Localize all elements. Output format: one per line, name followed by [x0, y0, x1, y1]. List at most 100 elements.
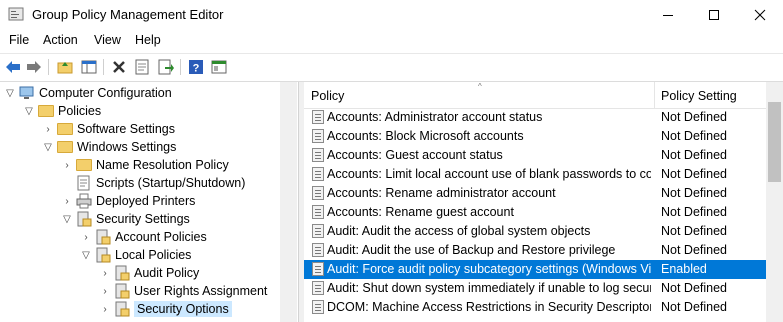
script-icon	[76, 175, 92, 191]
tree-item-software-settings[interactable]: › Software Settings	[41, 120, 175, 138]
tree-item-label: Security Options	[134, 301, 232, 317]
back-button[interactable]	[4, 58, 22, 76]
help-icon: ?	[189, 60, 203, 75]
menu-help[interactable]: Help	[135, 33, 161, 47]
policy-setting: Not Defined	[661, 129, 728, 143]
policy-icon	[312, 167, 324, 181]
table-row[interactable]: Accounts: Rename administrator account N…	[304, 184, 766, 203]
chevron-right-icon[interactable]: ›	[98, 286, 112, 297]
tree-item-label: Account Policies	[115, 230, 207, 244]
export-list-button[interactable]	[157, 58, 175, 76]
table-row[interactable]: Accounts: Limit local account use of bla…	[304, 165, 766, 184]
chevron-down-icon[interactable]: ▽	[41, 142, 55, 153]
tree-item-user-rights-assignment[interactable]: › User Rights Assignment	[98, 282, 267, 300]
toolbar-separator	[180, 59, 181, 75]
minimize-button[interactable]	[645, 0, 691, 30]
chevron-right-icon[interactable]: ›	[41, 124, 55, 135]
tree-item-label: Scripts (Startup/Shutdown)	[96, 176, 246, 190]
tree-item-label: Deployed Printers	[96, 194, 196, 208]
chevron-down-icon[interactable]: ▽	[22, 106, 36, 117]
tree-item-deployed-printers[interactable]: › Deployed Printers	[60, 192, 195, 210]
tree-scrollbar[interactable]	[280, 82, 297, 322]
app-icon	[8, 7, 24, 21]
policy-icon	[312, 281, 324, 295]
scrollbar-thumb[interactable]	[768, 102, 781, 182]
forward-button[interactable]	[25, 58, 43, 76]
tree-item-label: Name Resolution Policy	[96, 158, 229, 172]
tree-item-security-settings[interactable]: ▽ Security Settings	[60, 210, 190, 228]
policy-icon	[312, 148, 324, 162]
policy-list: ^ Policy Policy Setting Accounts: Admini…	[304, 82, 783, 322]
menu-action[interactable]: Action	[43, 33, 78, 47]
policy-setting: Enabled	[661, 262, 707, 276]
chevron-right-icon[interactable]: ›	[79, 232, 93, 243]
printer-icon	[76, 193, 92, 209]
table-row[interactable]: Accounts: Administrator account status N…	[304, 108, 766, 127]
toolbar-separator	[48, 59, 49, 75]
tree-item-label: Audit Policy	[134, 266, 200, 280]
table-row[interactable]: Audit: Audit the access of global system…	[304, 222, 766, 241]
tree-item-scripts[interactable]: Scripts (Startup/Shutdown)	[60, 174, 245, 192]
tree-item-computer-configuration[interactable]: ▽ Computer Configuration	[3, 84, 172, 102]
menu-file[interactable]: File	[9, 33, 29, 47]
up-level-button[interactable]	[56, 58, 74, 76]
delete-button[interactable]	[110, 58, 128, 76]
policy-name: Accounts: Rename guest account	[327, 205, 514, 219]
policy-setting: Not Defined	[661, 148, 728, 162]
table-row[interactable]: Audit: Shut down system immediately if u…	[304, 279, 766, 298]
chevron-down-icon[interactable]: ▽	[3, 88, 17, 99]
table-row[interactable]: Accounts: Guest account status Not Defin…	[304, 146, 766, 165]
tree-item-audit-policy[interactable]: › Audit Policy	[98, 264, 199, 282]
table-row[interactable]: Accounts: Rename guest account Not Defin…	[304, 203, 766, 222]
toolbar-separator	[103, 59, 104, 75]
toolbar: ?	[0, 53, 783, 80]
policy-folder-icon	[95, 247, 111, 263]
table-row[interactable]: DCOM: Machine Access Restrictions in Sec…	[304, 298, 766, 317]
chevron-down-icon[interactable]: ▽	[79, 250, 93, 261]
content-area: ▽ Computer Configuration ▽ Policies › So…	[0, 81, 783, 322]
tree-item-policies[interactable]: ▽ Policies	[22, 102, 101, 120]
policy-icon	[312, 243, 324, 257]
folder-icon	[57, 139, 73, 155]
security-icon	[76, 211, 92, 227]
policy-name: Audit: Shut down system immediately if u…	[327, 281, 651, 295]
tree-item-windows-settings[interactable]: ▽ Windows Settings	[41, 138, 176, 156]
help-button[interactable]: ?	[187, 58, 205, 76]
tree-item-label: Policies	[58, 104, 102, 118]
table-row[interactable]: Audit: Audit the use of Backup and Resto…	[304, 241, 766, 260]
policy-name: Audit: Force audit policy subcategory se…	[327, 262, 651, 276]
tree-item-security-options[interactable]: › Security Options	[98, 300, 232, 318]
tree-item-local-policies[interactable]: ▽ Local Policies	[79, 246, 191, 264]
properties-button[interactable]	[133, 58, 151, 76]
title-bar: Group Policy Management Editor	[0, 0, 783, 30]
chevron-right-icon[interactable]: ›	[60, 196, 74, 207]
tree-item-label: Security Settings	[96, 212, 190, 226]
close-button[interactable]	[737, 0, 783, 30]
maximize-button[interactable]	[691, 0, 737, 30]
tree-item-label: Local Policies	[115, 248, 192, 262]
menu-view[interactable]: View	[94, 33, 121, 47]
window-title: Group Policy Management Editor	[32, 7, 224, 22]
chevron-down-icon[interactable]: ▽	[60, 214, 74, 225]
policy-name: Accounts: Guest account status	[327, 148, 503, 162]
policy-icon	[312, 129, 324, 143]
menu-bar: File Action View Help	[0, 30, 783, 52]
column-header-policy-setting[interactable]: Policy Setting	[661, 89, 737, 103]
policy-name: Audit: Audit the access of global system…	[327, 224, 591, 238]
chevron-right-icon[interactable]: ›	[98, 304, 112, 315]
list-header: ^ Policy Policy Setting	[304, 82, 766, 109]
chevron-right-icon[interactable]: ›	[60, 160, 74, 171]
column-divider[interactable]	[654, 82, 655, 108]
table-row-selected[interactable]: Audit: Force audit policy subcategory se…	[304, 260, 766, 279]
tree-item-account-policies[interactable]: › Account Policies	[79, 228, 207, 246]
tree-item-name-resolution-policy[interactable]: › Name Resolution Policy	[60, 156, 229, 174]
chevron-right-icon[interactable]: ›	[98, 268, 112, 279]
policy-name: Audit: Audit the use of Backup and Resto…	[327, 243, 616, 257]
console-button[interactable]	[210, 58, 228, 76]
close-icon	[754, 9, 766, 21]
policy-folder-icon	[95, 229, 111, 245]
show-hide-tree-button[interactable]	[80, 58, 98, 76]
list-scrollbar[interactable]	[766, 82, 783, 322]
table-row[interactable]: Accounts: Block Microsoft accounts Not D…	[304, 127, 766, 146]
column-header-policy[interactable]: Policy	[311, 89, 344, 103]
